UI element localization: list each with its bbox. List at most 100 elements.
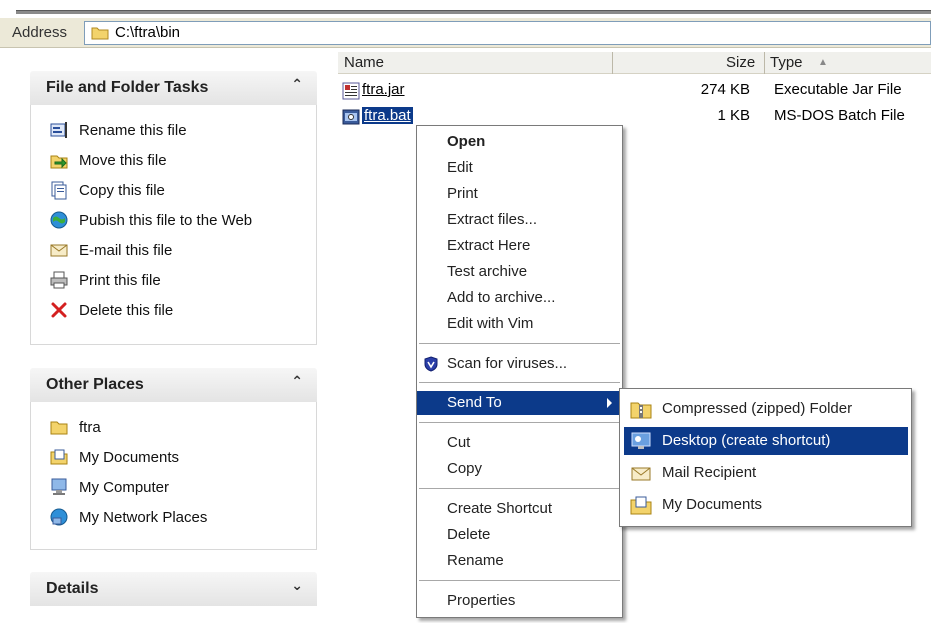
name-column-header[interactable]: Name [344,54,384,71]
menu-label: Create Shortcut [447,500,553,517]
submenu-arrow-icon [607,398,612,408]
task-label: Move this file [79,151,167,169]
menu-item-test-archive[interactable]: Test archive [417,260,622,284]
context-menu: Open Edit Print Extract files... Extract… [416,125,623,618]
column-divider[interactable] [612,52,613,74]
column-divider[interactable] [764,52,765,74]
send-to-my-documents[interactable]: My Documents [624,491,908,519]
place-label: ftra [79,418,101,436]
send-to-desktop[interactable]: Desktop (create shortcut) [624,427,908,455]
mail-recipient-icon [631,467,651,481]
file-name[interactable]: ftra.bat [362,107,413,124]
my-computer-icon [51,478,67,495]
expand-icon[interactable]: ⌄ [291,578,303,594]
menu-item-print[interactable]: Print [417,182,622,206]
file-row[interactable]: ftra.jar 274 KB Executable Jar File [0,80,931,102]
menu-item-extract-files[interactable]: Extract files... [417,208,622,232]
move-icon [50,155,68,169]
menu-label: Copy [447,460,483,477]
place-my-computer[interactable]: My Computer [49,476,169,498]
menu-item-delete[interactable]: Delete [417,523,622,547]
menu-label: Extract files... [447,211,538,228]
jar-file-icon [342,82,360,100]
folder-icon [91,27,109,40]
address-label: Address [12,24,68,41]
details-header[interactable]: Details ⌄ [30,572,317,606]
file-tasks-body: Rename this file Move this file Copy thi… [30,105,317,345]
menu-separator [419,580,620,581]
task-label: Print this file [79,271,161,289]
network-places-icon [50,508,68,526]
menu-item-copy[interactable]: Copy [417,457,622,481]
collapse-icon[interactable]: ⌃ [291,374,303,390]
type-column-header[interactable]: Type [770,54,803,71]
send-to-compressed-folder[interactable]: Compressed (zipped) Folder [624,395,908,423]
menu-label: Edit [447,159,473,176]
menu-item-send-to[interactable]: Send To [417,391,622,415]
menu-item-rename[interactable]: Rename [417,549,622,573]
submenu-label: Desktop (create shortcut) [662,432,831,449]
menu-separator [419,422,620,423]
column-header-row: Name Size Type ▲ [338,52,931,74]
address-path: C:\ftra\bin [115,24,181,41]
send-to-mail-recipient[interactable]: Mail Recipient [624,459,908,487]
file-type: Executable Jar File [774,81,902,98]
desktop-icon [631,432,651,449]
menu-separator [419,382,620,383]
menu-label: Extract Here [447,237,531,254]
file-type: MS-DOS Batch File [774,107,905,124]
submenu-label: My Documents [662,496,763,513]
menu-label: Delete [447,526,491,543]
task-pane: File and Folder Tasks ⌃ Rename this file… [0,49,334,623]
menu-item-open[interactable]: Open [417,130,622,154]
menu-item-add-to-archive[interactable]: Add to archive... [417,286,622,310]
my-documents-icon [50,449,68,465]
my-documents-icon [630,496,652,515]
print-file-task[interactable]: Print this file [49,269,161,291]
file-size: 274 KB [700,81,750,98]
menu-label: Test archive [447,263,528,280]
send-to-submenu: Compressed (zipped) Folder Desktop (crea… [619,388,912,527]
menu-item-extract-here[interactable]: Extract Here [417,234,622,258]
menu-item-create-shortcut[interactable]: Create Shortcut [417,497,622,521]
menu-item-edit-with-vim[interactable]: Edit with Vim [417,312,622,336]
menu-label: Rename [447,552,504,569]
other-places-body: ftra My Documents My Computer My Network… [30,402,317,550]
place-my-documents[interactable]: My Documents [49,446,179,468]
place-label: My Network Places [79,508,208,526]
menu-label: Cut [447,434,471,451]
copy-file-task[interactable]: Copy this file [49,179,165,201]
menu-item-scan-for-viruses[interactable]: Scan for viruses... [417,352,622,376]
task-label: E-mail this file [79,241,173,259]
submenu-label: Mail Recipient [662,464,757,481]
menu-label: Add to archive... [447,289,556,306]
menu-label: Open [447,133,486,150]
move-file-task[interactable]: Move this file [49,149,167,171]
menu-separator [419,343,620,344]
size-column-header[interactable]: Size [726,54,755,71]
window-top-frame [0,0,931,16]
task-label: Copy this file [79,181,165,199]
address-input[interactable]: C:\ftra\bin [84,21,931,45]
email-file-task[interactable]: E-mail this file [49,239,172,261]
submenu-label: Compressed (zipped) Folder [662,400,853,417]
menu-label: Edit with Vim [447,315,534,332]
menu-item-edit[interactable]: Edit [417,156,622,180]
address-bar: Address C:\ftra\bin [0,18,931,48]
other-places-header[interactable]: Other Places ⌃ [30,368,317,402]
place-network[interactable]: My Network Places [49,506,207,528]
place-ftra[interactable]: ftra [49,416,101,438]
publish-file-task[interactable]: Pubish this file to the Web [49,209,252,231]
menu-item-cut[interactable]: Cut [417,431,622,455]
zip-folder-icon [630,402,652,419]
copy-icon [51,181,67,200]
details-title: Details [46,580,99,597]
email-icon [50,244,68,257]
delete-icon [51,302,67,318]
file-name[interactable]: ftra.jar [362,81,405,98]
print-icon [50,271,68,289]
menu-item-properties[interactable]: Properties [417,589,622,613]
task-label: Delete this file [79,301,174,319]
folder-icon [50,421,68,435]
delete-file-task[interactable]: Delete this file [49,299,173,321]
